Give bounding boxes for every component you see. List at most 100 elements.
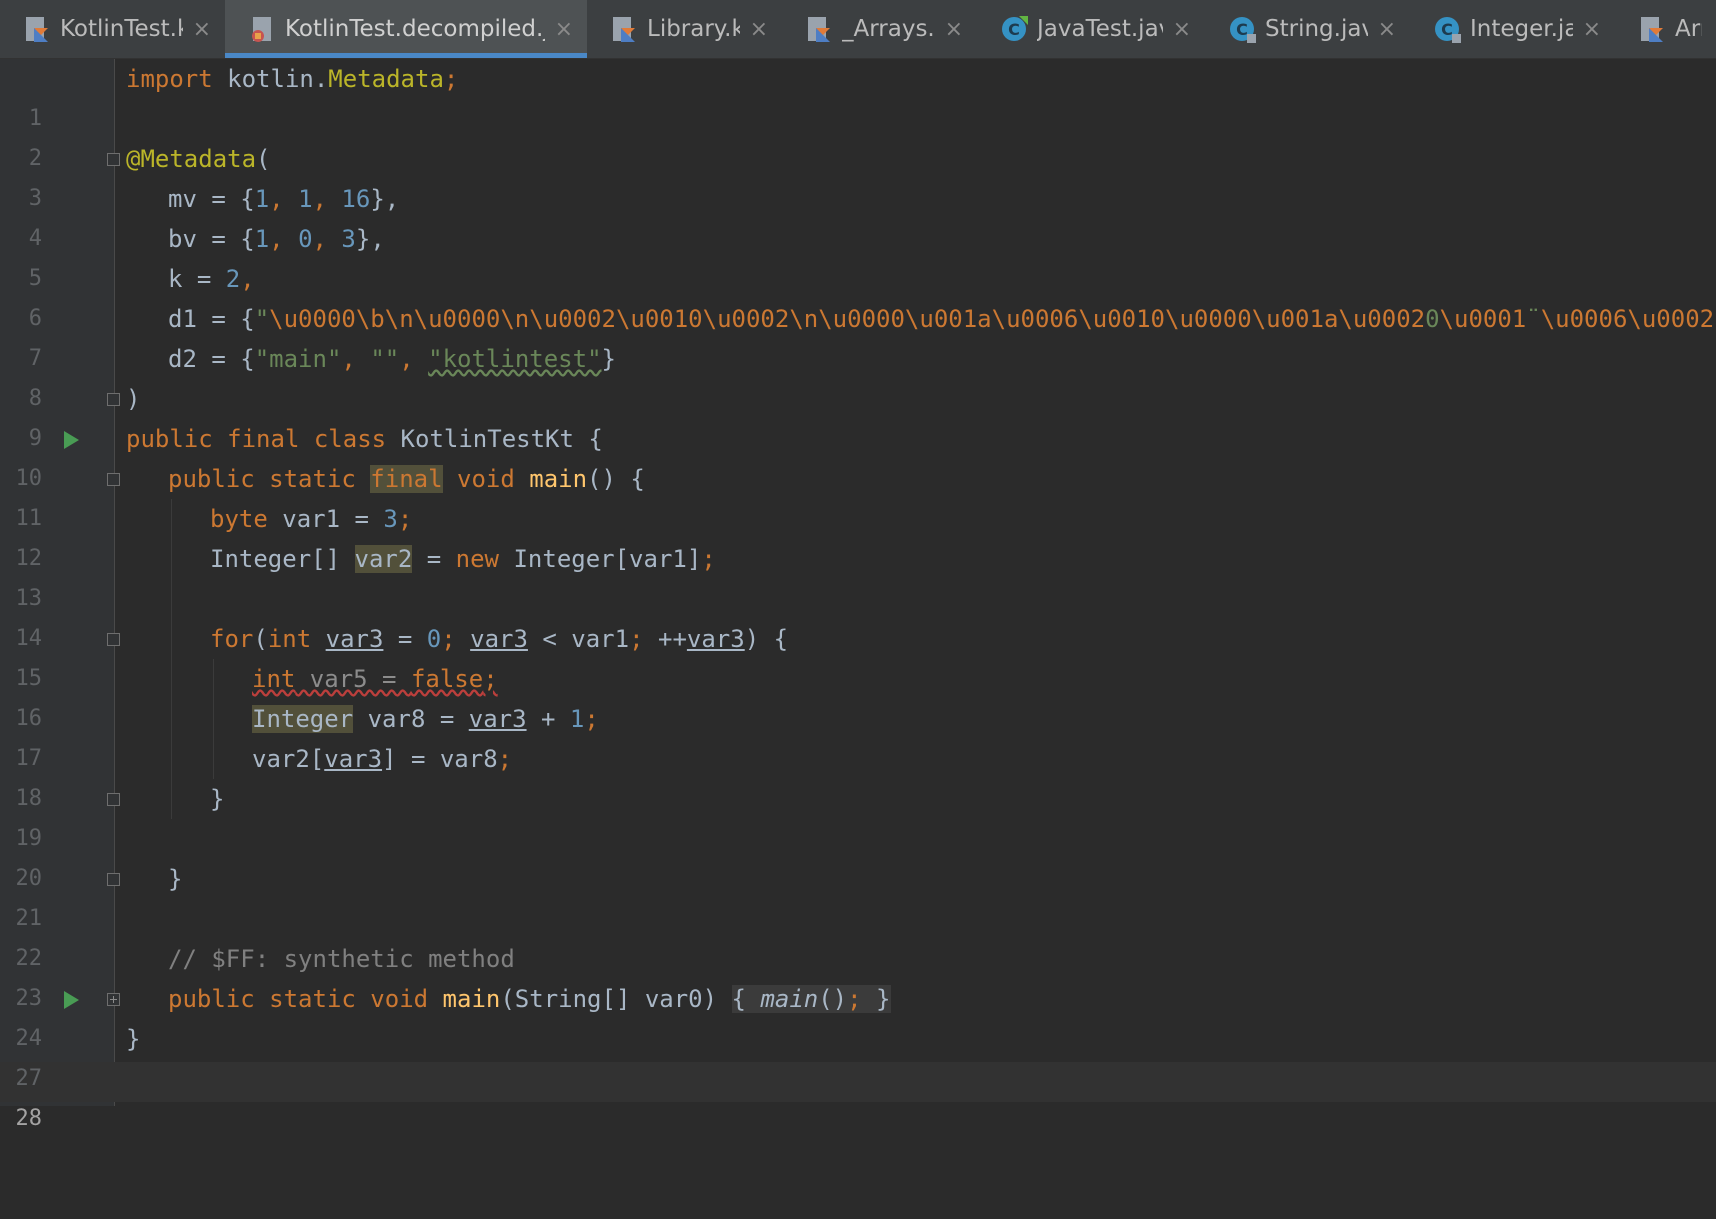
paren: ) [126,385,141,413]
code-line[interactable]: 15 for(int var3 = 0; var3 < var1; ++var3… [0,619,1716,691]
code-line[interactable]: 12 byte var1 = 3; [0,499,1716,571]
code-line[interactable]: 21 } [0,859,1716,931]
identifier: var5 = [295,665,411,693]
parameters: (String[] var0) [500,985,732,1013]
code-line[interactable]: 13 Integer[] var2 = new Integer[var1]; [0,539,1716,611]
code-line[interactable]: 10 public final class KotlinTestKt { [0,419,1716,491]
operator: + [526,705,570,733]
code-line[interactable]: 6 k = 2, [0,259,1716,331]
semicolon: ; [483,665,498,693]
tab-library-kt[interactable]: Library.k × [587,0,782,58]
code-line[interactable]: 27 } [0,1019,1716,1091]
code-text[interactable]: } [168,859,182,899]
tab-kotlintest-kt[interactable]: KotlinTest.k × [0,0,225,58]
close-icon[interactable]: × [945,17,963,42]
string-char: ¨ [1526,305,1541,333]
code-text[interactable]: d1 = {"\u0000\b\n\u0000\n\u0002\u0010\u0… [168,299,1716,339]
code-text[interactable]: k = 2, [168,259,255,299]
fold-end-icon[interactable] [107,793,120,806]
code-line[interactable]: 4 mv = {1, 1, 16}, [0,179,1716,251]
tab-javatest-java[interactable]: C JavaTest.jav × [977,0,1205,58]
folded-body[interactable]: { main(); } [731,985,891,1013]
brace: } [601,345,616,373]
fold-toggle-icon[interactable] [107,473,120,486]
code-text[interactable]: ) [126,379,140,419]
code-text[interactable]: var2[var3] = var8; [252,739,512,779]
tab-integer-java[interactable]: C Integer.jav × [1410,0,1615,58]
code-text[interactable]: for(int var3 = 0; var3 < var1; ++var3) { [210,619,788,659]
code-line[interactable]: 2 [0,99,1716,171]
code-line[interactable]: 17 Integer var8 = var3 + 1; [0,699,1716,771]
close-icon[interactable]: × [1583,17,1601,42]
code-text[interactable]: Integer var8 = var3 + 1; [252,699,599,739]
code-line[interactable]: 16 int var5 = false; [0,659,1716,731]
code-line[interactable]: 5 bv = {1, 0, 3}, [0,219,1716,291]
kotlin-file-icon [808,17,830,42]
close-icon[interactable]: × [750,17,768,42]
class-ref: Metadata [328,65,444,93]
code-text[interactable]: public static void main(String[] var0) {… [168,979,891,1019]
code-line[interactable]: 14 [0,579,1716,651]
code-text[interactable]: import kotlin.Metadata; [126,59,458,99]
run-icon[interactable] [64,991,79,1009]
code-text[interactable]: bv = {1, 0, 3}, [168,219,385,259]
keyword: int [267,625,312,653]
code-line[interactable]: 24 public static void main(String[] var0… [0,979,1716,1051]
java-decompiled-file-icon [252,17,271,42]
code-line-current[interactable]: 28 [0,1059,1716,1131]
code-line[interactable]: 1 import kotlin.Metadata; [0,59,1716,131]
code-line[interactable]: 8 d2 = {"main", "", "kotlintest"} [0,339,1716,411]
code-line[interactable]: 18 var2[var3] = var8; [0,739,1716,811]
number: 1 [254,225,270,253]
code-line[interactable]: 20 [0,819,1716,891]
close-icon[interactable]: × [555,17,573,42]
fold-end-icon[interactable] [107,393,120,406]
code-text[interactable]: @Metadata( [126,139,271,179]
tab-string-java[interactable]: C String.jav × [1205,0,1410,58]
code-line[interactable]: 19 } [0,779,1716,851]
field-key: k = [168,265,226,293]
comma: , [269,225,299,253]
code-text-error[interactable]: int var5 = false; [252,659,498,699]
comma: , [312,185,342,213]
fold-end-icon[interactable] [107,873,120,886]
code-line[interactable]: 7 d1 = {"\u0000\b\n\u0000\n\u0002\u0010\… [0,299,1716,371]
tab-label: _Arrays.k [842,16,935,42]
fold-expand-icon[interactable] [107,993,120,1006]
tab-kotlintest-decompiled[interactable]: KotlinTest.decompiled.ja × [225,0,587,58]
code-text[interactable]: } [210,779,224,819]
tab-arrays-overflow[interactable]: Arra [1615,0,1716,58]
code-line[interactable]: 23 // $FF: synthetic method [0,939,1716,1011]
code-line[interactable]: 9 ) [0,379,1716,451]
number: 3 [383,505,398,533]
code-text[interactable]: public static final void main() { [168,459,645,499]
code-line[interactable]: 3 @Metadata( [0,139,1716,211]
close-icon[interactable]: × [1378,17,1396,42]
number: 1 [298,185,313,213]
code-text[interactable]: } [126,1019,140,1059]
brace: } [168,865,183,893]
comment[interactable]: // $FF: synthetic method [168,939,515,979]
code-text[interactable]: public final class KotlinTestKt { [126,419,603,459]
code-text[interactable]: byte var1 = 3; [210,499,412,539]
field-key: d1 = { [168,305,255,333]
code-editor[interactable]: 1 import kotlin.Metadata; 2 3 @Metadata(… [0,59,1716,1131]
close-icon[interactable]: × [193,17,211,42]
tab-arrays-kt[interactable]: _Arrays.k × [782,0,977,58]
line-number: 28 [15,1106,43,1131]
code-line[interactable]: 22 [0,899,1716,971]
code-text[interactable]: Integer[] var2 = new Integer[var1]; [210,539,716,579]
code-line[interactable]: 11 public static final void main() { [0,459,1716,531]
run-icon[interactable] [64,431,79,449]
code-text[interactable]: d2 = {"main", "", "kotlintest"} [168,339,616,379]
code-text[interactable]: mv = {1, 1, 16}, [168,179,399,219]
fold-toggle-icon[interactable] [107,633,120,646]
identifier: var8 = [353,705,469,733]
comma: , [399,345,429,373]
fold-toggle-icon[interactable] [107,153,120,166]
number: 16 [341,185,371,213]
close-icon[interactable]: × [1173,17,1191,42]
semicolon: ; [584,705,599,733]
number: 1 [569,705,585,733]
brace: } [861,985,891,1013]
